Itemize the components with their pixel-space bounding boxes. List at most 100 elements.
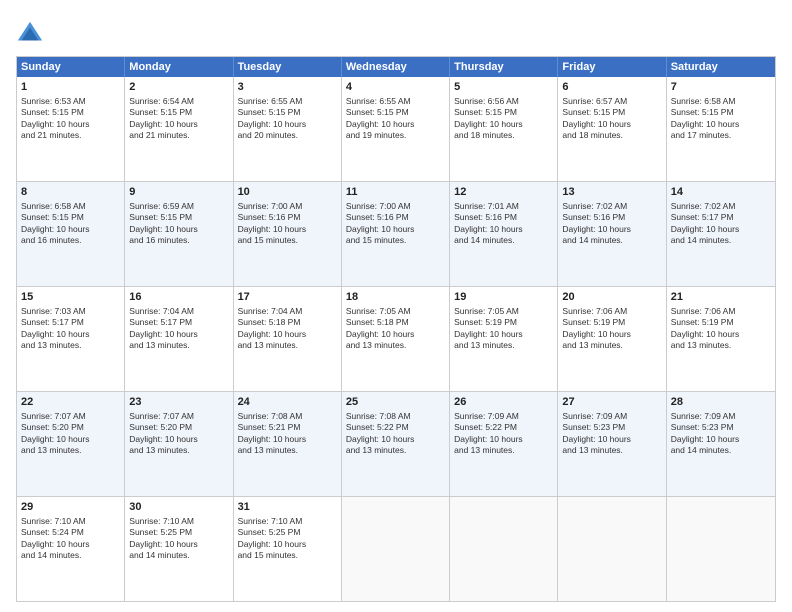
day-cell-25: 25Sunrise: 7:08 AMSunset: 5:22 PMDayligh… xyxy=(342,392,450,496)
cell-line: Sunset: 5:20 PM xyxy=(129,422,228,433)
cell-line: Sunrise: 7:00 AM xyxy=(238,201,337,212)
day-number: 13 xyxy=(562,185,661,200)
cell-line: Sunrise: 7:09 AM xyxy=(454,411,553,422)
cell-line: Sunrise: 7:00 AM xyxy=(346,201,445,212)
cell-line: Sunrise: 6:58 AM xyxy=(21,201,120,212)
cell-line: Sunset: 5:15 PM xyxy=(129,212,228,223)
cell-line: Sunrise: 7:05 AM xyxy=(346,306,445,317)
cell-line: Sunset: 5:16 PM xyxy=(454,212,553,223)
cell-line: Daylight: 10 hours xyxy=(129,224,228,235)
day-cell-4: 4Sunrise: 6:55 AMSunset: 5:15 PMDaylight… xyxy=(342,77,450,181)
cell-line: Sunrise: 7:02 AM xyxy=(671,201,771,212)
cell-line: Daylight: 10 hours xyxy=(346,224,445,235)
day-number: 9 xyxy=(129,185,228,200)
day-cell-1: 1Sunrise: 6:53 AMSunset: 5:15 PMDaylight… xyxy=(17,77,125,181)
cell-line: Daylight: 10 hours xyxy=(346,434,445,445)
cell-line: Sunrise: 6:58 AM xyxy=(671,96,771,107)
cell-line: Daylight: 10 hours xyxy=(21,329,120,340)
header-day-sunday: Sunday xyxy=(17,57,125,77)
cell-line: Sunset: 5:17 PM xyxy=(671,212,771,223)
empty-cell xyxy=(558,497,666,601)
cell-line: Sunrise: 6:54 AM xyxy=(129,96,228,107)
cell-line: and 19 minutes. xyxy=(346,130,445,141)
cell-line: and 13 minutes. xyxy=(454,340,553,351)
cell-line: Sunset: 5:15 PM xyxy=(562,107,661,118)
cell-line: Sunset: 5:15 PM xyxy=(238,107,337,118)
cell-line: Daylight: 10 hours xyxy=(454,434,553,445)
day-number: 4 xyxy=(346,80,445,95)
day-cell-28: 28Sunrise: 7:09 AMSunset: 5:23 PMDayligh… xyxy=(667,392,775,496)
cell-line: Sunrise: 7:07 AM xyxy=(21,411,120,422)
cell-line: Sunrise: 7:04 AM xyxy=(129,306,228,317)
cell-line: Daylight: 10 hours xyxy=(562,329,661,340)
day-cell-15: 15Sunrise: 7:03 AMSunset: 5:17 PMDayligh… xyxy=(17,287,125,391)
header xyxy=(16,16,776,48)
cell-line: and 13 minutes. xyxy=(562,340,661,351)
day-cell-29: 29Sunrise: 7:10 AMSunset: 5:24 PMDayligh… xyxy=(17,497,125,601)
logo-icon xyxy=(16,20,44,48)
cell-line: and 14 minutes. xyxy=(21,550,120,561)
cell-line: Sunset: 5:21 PM xyxy=(238,422,337,433)
cell-line: Daylight: 10 hours xyxy=(238,329,337,340)
cell-line: Sunset: 5:15 PM xyxy=(671,107,771,118)
cell-line: Sunset: 5:17 PM xyxy=(21,317,120,328)
cell-line: Daylight: 10 hours xyxy=(562,224,661,235)
day-cell-22: 22Sunrise: 7:07 AMSunset: 5:20 PMDayligh… xyxy=(17,392,125,496)
day-cell-9: 9Sunrise: 6:59 AMSunset: 5:15 PMDaylight… xyxy=(125,182,233,286)
cell-line: Sunset: 5:19 PM xyxy=(671,317,771,328)
cell-line: Sunset: 5:15 PM xyxy=(129,107,228,118)
day-cell-13: 13Sunrise: 7:02 AMSunset: 5:16 PMDayligh… xyxy=(558,182,666,286)
cell-line: and 21 minutes. xyxy=(129,130,228,141)
day-number: 7 xyxy=(671,80,771,95)
day-number: 1 xyxy=(21,80,120,95)
header-day-tuesday: Tuesday xyxy=(234,57,342,77)
day-cell-26: 26Sunrise: 7:09 AMSunset: 5:22 PMDayligh… xyxy=(450,392,558,496)
calendar-row-2: 8Sunrise: 6:58 AMSunset: 5:15 PMDaylight… xyxy=(17,182,775,287)
logo xyxy=(16,20,47,48)
cell-line: Daylight: 10 hours xyxy=(671,329,771,340)
day-cell-17: 17Sunrise: 7:04 AMSunset: 5:18 PMDayligh… xyxy=(234,287,342,391)
day-number: 25 xyxy=(346,395,445,410)
calendar-row-5: 29Sunrise: 7:10 AMSunset: 5:24 PMDayligh… xyxy=(17,497,775,601)
day-number: 31 xyxy=(238,500,337,515)
cell-line: Daylight: 10 hours xyxy=(454,224,553,235)
calendar-body: 1Sunrise: 6:53 AMSunset: 5:15 PMDaylight… xyxy=(17,77,775,601)
day-number: 17 xyxy=(238,290,337,305)
cell-line: Sunset: 5:15 PM xyxy=(454,107,553,118)
cell-line: Daylight: 10 hours xyxy=(129,119,228,130)
cell-line: and 16 minutes. xyxy=(129,235,228,246)
cell-line: Sunset: 5:19 PM xyxy=(562,317,661,328)
day-number: 27 xyxy=(562,395,661,410)
cell-line: Sunrise: 7:10 AM xyxy=(129,516,228,527)
cell-line: Daylight: 10 hours xyxy=(346,329,445,340)
day-number: 20 xyxy=(562,290,661,305)
cell-line: Sunrise: 7:10 AM xyxy=(21,516,120,527)
cell-line: Sunset: 5:25 PM xyxy=(129,527,228,538)
cell-line: Sunrise: 6:57 AM xyxy=(562,96,661,107)
cell-line: Sunset: 5:22 PM xyxy=(454,422,553,433)
cell-line: Sunrise: 7:09 AM xyxy=(562,411,661,422)
day-cell-10: 10Sunrise: 7:00 AMSunset: 5:16 PMDayligh… xyxy=(234,182,342,286)
cell-line: Daylight: 10 hours xyxy=(129,539,228,550)
cell-line: Daylight: 10 hours xyxy=(21,119,120,130)
day-cell-11: 11Sunrise: 7:00 AMSunset: 5:16 PMDayligh… xyxy=(342,182,450,286)
day-number: 30 xyxy=(129,500,228,515)
day-number: 12 xyxy=(454,185,553,200)
cell-line: Sunset: 5:18 PM xyxy=(346,317,445,328)
day-number: 10 xyxy=(238,185,337,200)
day-number: 5 xyxy=(454,80,553,95)
cell-line: Daylight: 10 hours xyxy=(671,434,771,445)
cell-line: Sunrise: 7:09 AM xyxy=(671,411,771,422)
day-number: 29 xyxy=(21,500,120,515)
day-number: 14 xyxy=(671,185,771,200)
day-cell-31: 31Sunrise: 7:10 AMSunset: 5:25 PMDayligh… xyxy=(234,497,342,601)
cell-line: and 13 minutes. xyxy=(238,340,337,351)
cell-line: and 18 minutes. xyxy=(454,130,553,141)
day-cell-18: 18Sunrise: 7:05 AMSunset: 5:18 PMDayligh… xyxy=(342,287,450,391)
cell-line: Daylight: 10 hours xyxy=(129,329,228,340)
cell-line: and 13 minutes. xyxy=(346,445,445,456)
cell-line: Daylight: 10 hours xyxy=(129,434,228,445)
day-number: 18 xyxy=(346,290,445,305)
day-number: 21 xyxy=(671,290,771,305)
cell-line: and 18 minutes. xyxy=(562,130,661,141)
